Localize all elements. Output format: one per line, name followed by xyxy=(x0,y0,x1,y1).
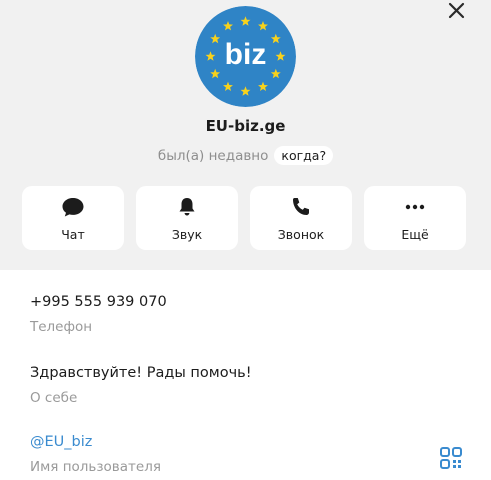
phone-number: +995 555 939 070 xyxy=(30,294,167,310)
username-label: Имя пользователя xyxy=(30,459,161,475)
qr-code-button[interactable] xyxy=(440,447,462,469)
about-text: Здравствуйте! Рады помочь! xyxy=(30,365,252,381)
close-icon xyxy=(448,2,465,19)
username-info[interactable]: @EU_biz Имя пользователя xyxy=(30,434,161,475)
chat-button-label: Чат xyxy=(61,227,85,242)
when-button[interactable]: когда? xyxy=(274,146,334,165)
phone-info[interactable]: +995 555 939 070 Телефон xyxy=(30,294,167,335)
chat-bubble-icon xyxy=(62,198,84,217)
phone-icon xyxy=(293,198,309,215)
more-button-label: Ещё xyxy=(401,227,429,242)
avatar: biz xyxy=(195,6,296,107)
phone-label: Телефон xyxy=(30,319,93,335)
about-label: О себе xyxy=(30,390,78,406)
sound-button[interactable]: Звук xyxy=(136,186,238,250)
action-buttons: Чат Звук Звонок Ещё xyxy=(22,186,468,250)
about-info[interactable]: Здравствуйте! Рады помочь! О себе xyxy=(30,365,252,406)
avatar-logo-text: biz xyxy=(225,38,267,71)
sound-button-label: Звук xyxy=(171,227,203,242)
last-seen-status: был(а) недавно xyxy=(157,147,269,164)
profile-header: biz EU-biz.ge был(а) недавно когда? Чат … xyxy=(0,0,491,270)
call-button[interactable]: Звонок xyxy=(250,186,352,250)
more-button[interactable]: Ещё xyxy=(364,186,466,250)
status-row: был(а) недавно когда? xyxy=(0,146,491,165)
qr-code-icon xyxy=(440,447,462,469)
bell-icon xyxy=(179,198,195,216)
username-link[interactable]: @EU_biz xyxy=(30,434,161,450)
chat-button[interactable]: Чат xyxy=(22,186,124,250)
close-button[interactable] xyxy=(444,0,470,22)
more-dots-icon xyxy=(405,204,425,210)
contact-name: EU-biz.ge xyxy=(205,117,286,135)
call-button-label: Звонок xyxy=(277,227,325,242)
